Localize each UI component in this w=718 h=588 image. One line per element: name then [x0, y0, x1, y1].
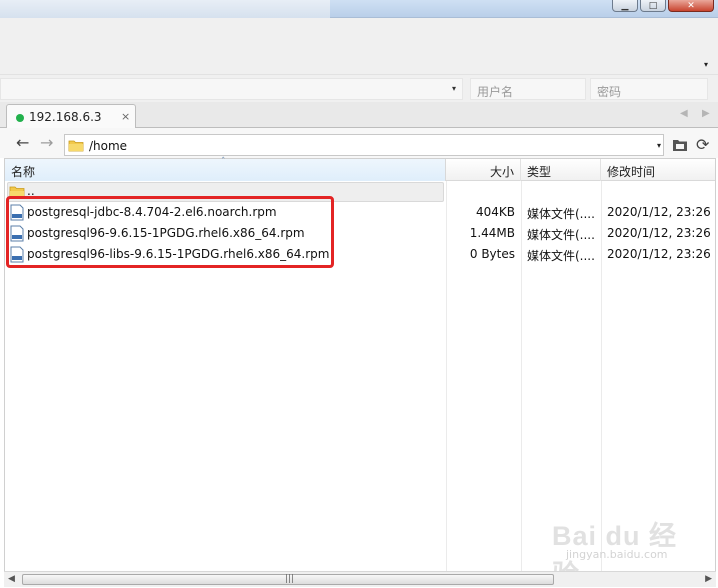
close-window-button[interactable]: ✕ — [668, 0, 714, 12]
row-selection — [7, 182, 444, 202]
file-row[interactable]: postgresql96-libs-9.6.15-1PGDG.rhel6.x86… — [5, 244, 715, 265]
column-header-name[interactable]: ˆ 名称 — [5, 157, 446, 181]
minimize-icon: ▁ — [621, 1, 629, 11]
file-name: postgresql-jdbc-8.4.704-2.el6.noarch.rpm — [27, 205, 277, 219]
watermark-url: jingyan.baidu.com — [566, 548, 668, 561]
file-type: 媒体文件(.... — [527, 249, 595, 263]
file-row[interactable]: postgresql96-9.6.15-1PGDG.rhel6.x86_64.r… — [5, 223, 715, 244]
connection-bar: ▾ 用户名 密码 — [0, 74, 718, 102]
path-input[interactable]: /home ▾ — [64, 134, 664, 156]
scrollbar-grip-icon: ||| — [285, 574, 295, 584]
folder-icon — [68, 140, 84, 152]
open-folder-icon[interactable] — [672, 138, 688, 152]
scrollbar-thumb[interactable]: ||| — [22, 574, 554, 585]
session-tab-strip: 192.168.6.3 × ◀ ▶ — [0, 102, 718, 129]
path-bar: ← → /home ▾ ⟳ — [0, 128, 718, 158]
rpm-file-icon — [10, 225, 24, 242]
scroll-left-icon[interactable]: ◀ — [8, 574, 15, 584]
minimize-button[interactable]: ▁ — [612, 0, 638, 12]
file-list-header: ˆ 名称 大小 类型 修改时间 — [5, 157, 715, 181]
toolbar-dropdown-icon[interactable]: ▾ — [704, 60, 708, 69]
rpm-file-icon — [10, 204, 24, 221]
file-type: 媒体文件(.... — [527, 207, 595, 221]
file-row[interactable]: postgresql-jdbc-8.4.704-2.el6.noarch.rpm… — [5, 202, 715, 223]
file-name: postgresql96-9.6.15-1PGDG.rhel6.x86_64.r… — [27, 226, 305, 240]
title-bar-highlight — [0, 0, 330, 18]
baidu-watermark: Bai du 经验 jingyan.baidu.com — [552, 514, 702, 588]
column-header-type[interactable]: 类型 — [521, 159, 601, 181]
file-modified: 2020/1/12, 23:26 — [607, 226, 711, 240]
password-field[interactable]: 密码 — [590, 78, 708, 100]
maximize-button[interactable]: □ — [640, 0, 666, 12]
username-field[interactable]: 用户名 — [470, 78, 586, 100]
tab-prev-icon[interactable]: ◀ — [680, 108, 688, 119]
rpm-file-icon — [10, 246, 24, 263]
file-size: 1.44MB — [469, 226, 515, 240]
file-size: 0 Bytes — [469, 247, 515, 261]
horizontal-scrollbar[interactable]: ◀ ||| ▶ — [4, 571, 716, 587]
close-icon: ✕ — [687, 1, 695, 11]
parent-directory-name: .. — [27, 184, 35, 198]
column-header-name-label: 名称 — [11, 165, 36, 179]
session-tab-label: 192.168.6.3 — [29, 110, 102, 124]
file-modified: 2020/1/12, 23:26 — [607, 247, 711, 261]
maximize-icon: □ — [648, 1, 658, 11]
folder-icon — [9, 186, 25, 199]
host-dropdown-icon[interactable]: ▾ — [452, 84, 456, 93]
refresh-icon[interactable]: ⟳ — [696, 137, 712, 153]
connected-status-icon — [16, 114, 24, 122]
column-header-size[interactable]: 大小 — [446, 159, 521, 181]
file-size: 404KB — [475, 205, 515, 219]
file-list: ˆ 名称 大小 类型 修改时间 .. postgresql-jdbc-8.4.7… — [4, 157, 716, 573]
file-name: postgresql96-libs-9.6.15-1PGDG.rhel6.x86… — [27, 247, 330, 261]
toolbar: ▾ — [0, 18, 718, 74]
column-header-mtime[interactable]: 修改时间 — [601, 159, 715, 181]
title-bar: ▁ □ ✕ — [0, 0, 718, 18]
back-arrow-icon[interactable]: ← — [16, 135, 29, 151]
tab-next-icon[interactable]: ▶ — [702, 108, 710, 119]
host-combobox[interactable]: ▾ — [0, 78, 463, 100]
scroll-right-icon[interactable]: ▶ — [705, 574, 712, 584]
forward-arrow-icon[interactable]: → — [40, 135, 53, 151]
parent-directory-row[interactable]: .. — [5, 181, 715, 202]
path-text: /home — [89, 139, 128, 153]
sort-ascending-icon: ˆ — [221, 157, 226, 167]
path-dropdown-icon[interactable]: ▾ — [657, 141, 661, 150]
file-modified: 2020/1/12, 23:26 — [607, 205, 711, 219]
session-tab[interactable]: 192.168.6.3 × — [6, 104, 136, 129]
file-type: 媒体文件(.... — [527, 228, 595, 242]
tab-close-icon[interactable]: × — [121, 110, 130, 123]
